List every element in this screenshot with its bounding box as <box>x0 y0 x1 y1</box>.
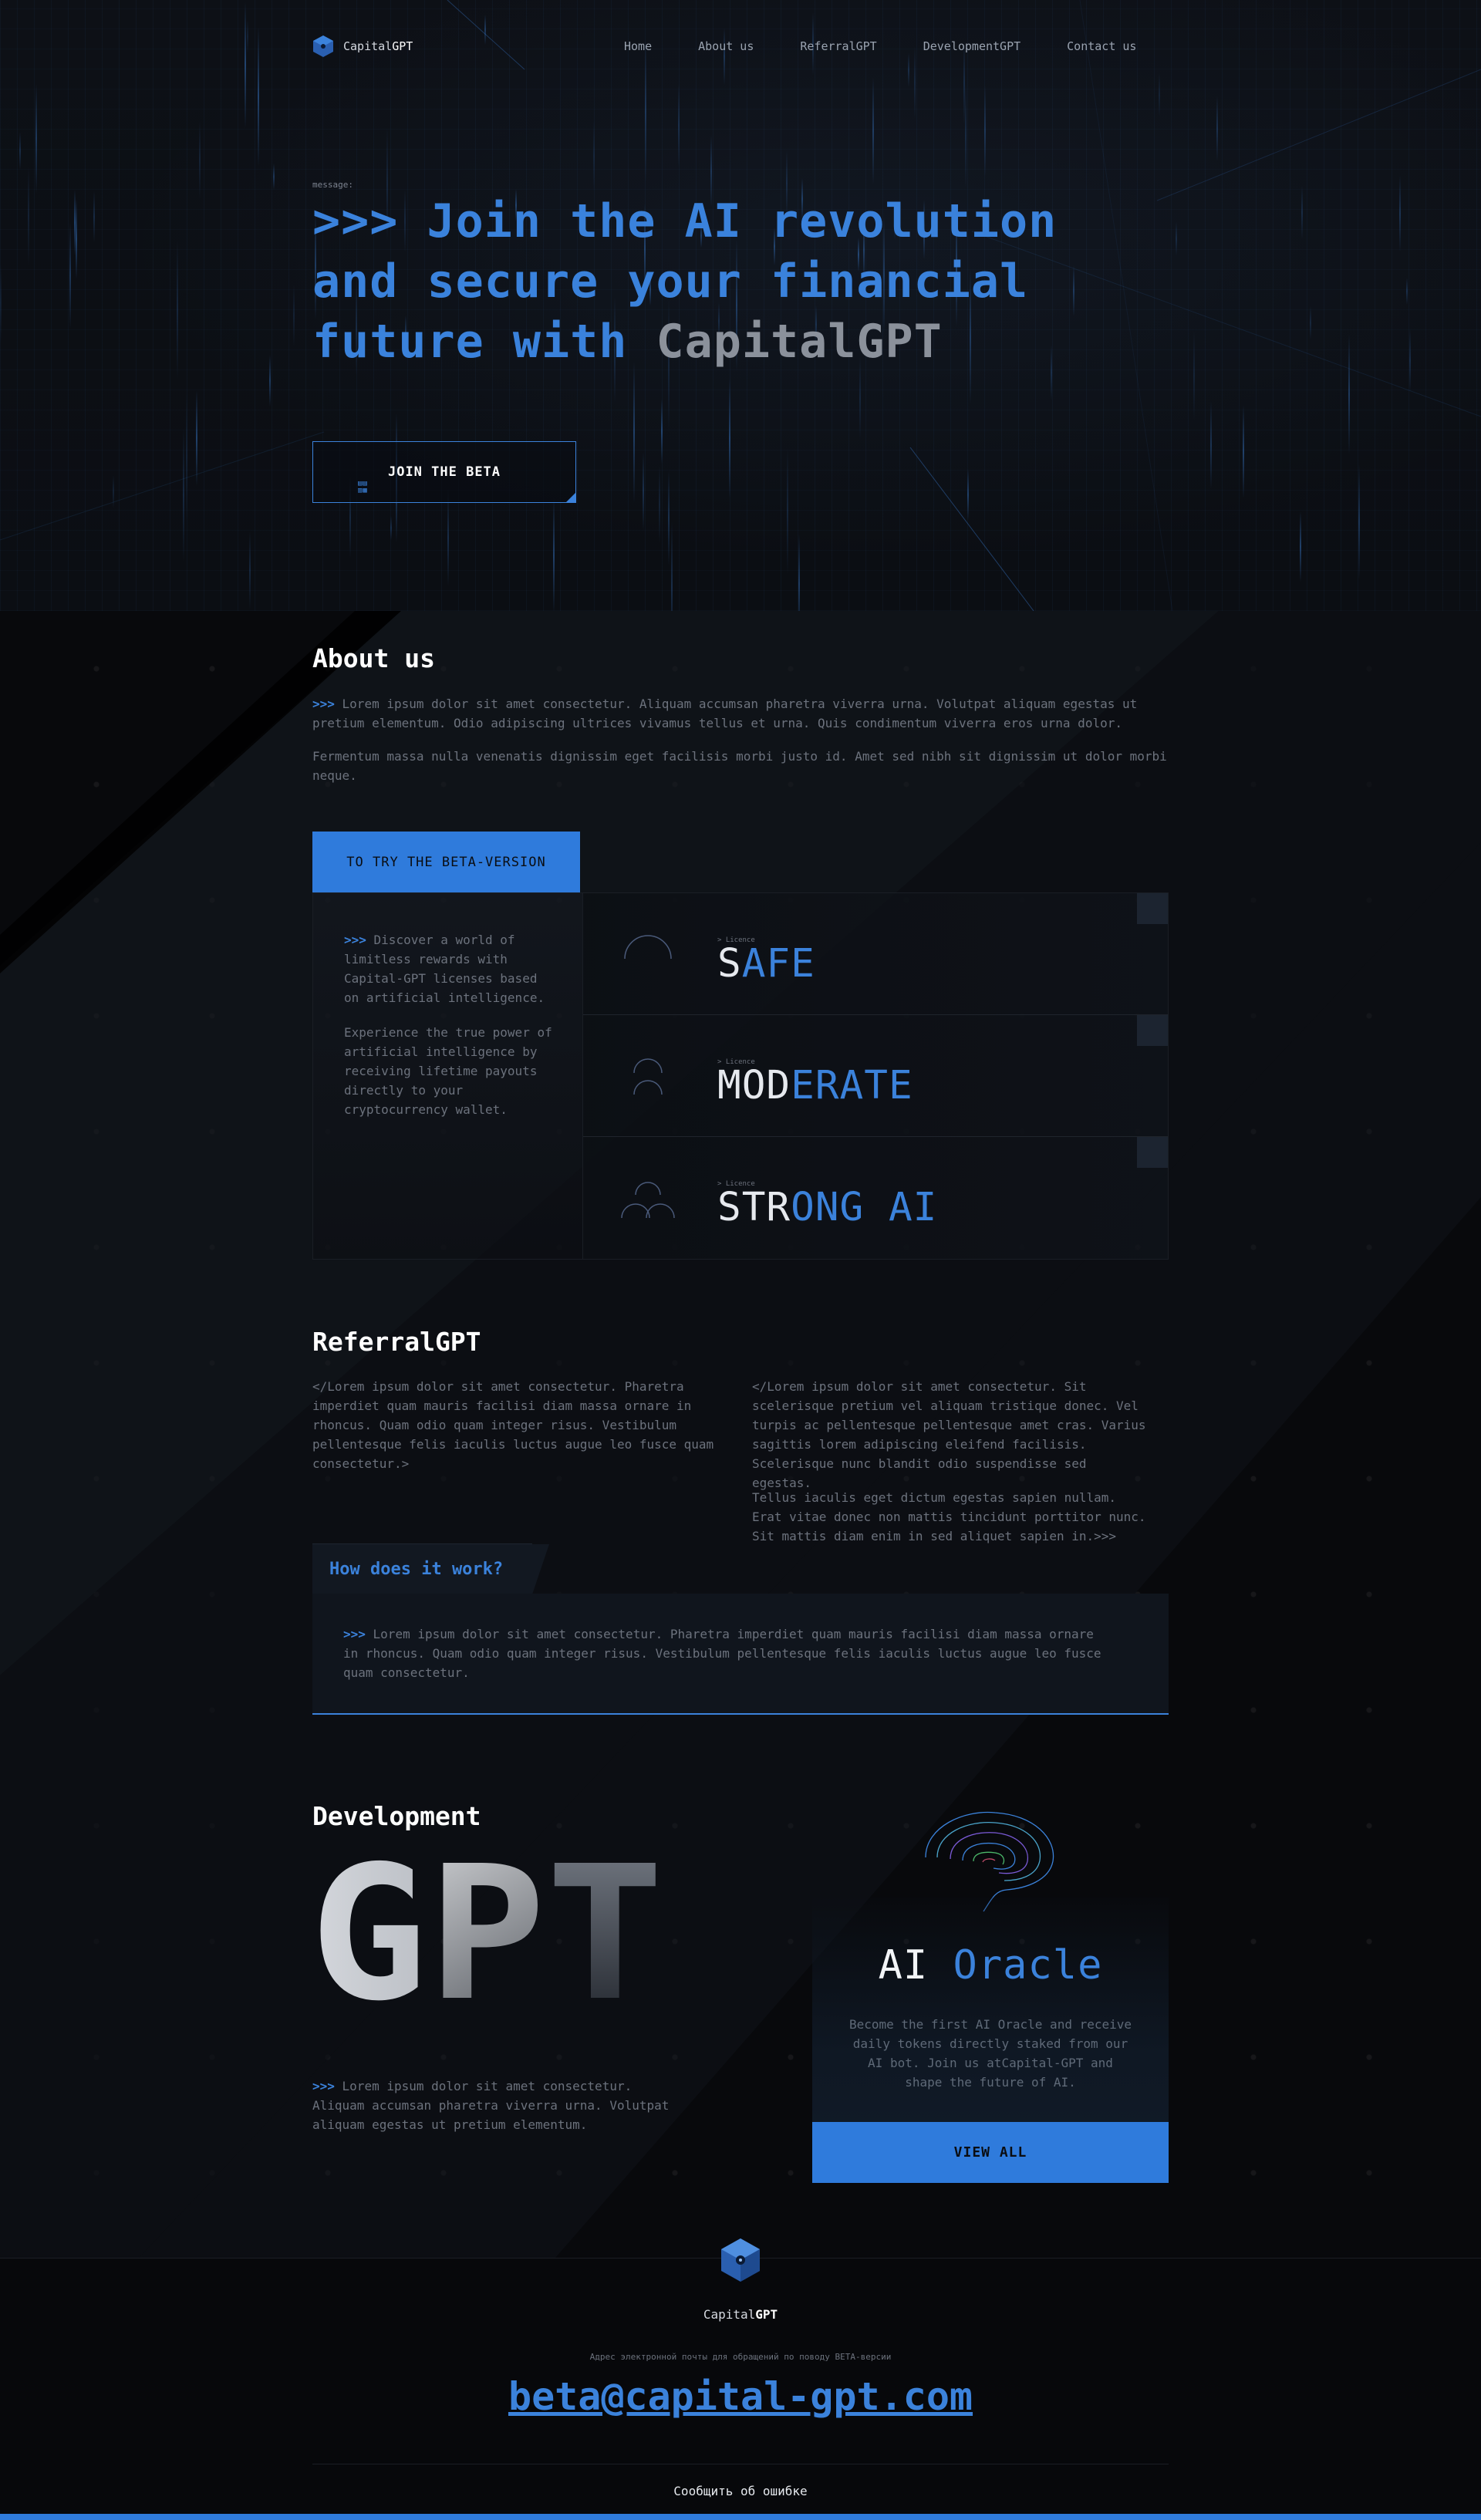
nav-development-gpt[interactable]: DevelopmentGPT <box>923 39 1021 53</box>
join-beta-button[interactable]: JOIN THE BETA ▤▤ ▥▦ <box>312 441 576 503</box>
gpt-big-word: GPT <box>309 1826 667 2042</box>
ai-oracle-description: Become the first AI Oracle and receive d… <box>848 2017 1132 2090</box>
licence-name-moderate: MODERATE <box>717 1063 913 1108</box>
licence-panel: >>> Discover a world of limitless reward… <box>312 892 1169 1260</box>
licence-description-1: >>> Discover a world of limitless reward… <box>344 933 545 1005</box>
referral-column-2-paragraph-2: Tellus iaculis eget dictum egestas sapie… <box>752 1490 1146 1543</box>
hero-title: >>> Join the AI revolution and secure yo… <box>312 194 1058 369</box>
about-section-title: About us <box>312 643 435 673</box>
about-paragraph-1: >>> Lorem ipsum dolor sit amet consectet… <box>312 697 1138 730</box>
big-letter-g: G <box>312 1851 427 2006</box>
footer-email-caption: Адрес электронной почты для обращений по… <box>589 2352 892 2362</box>
development-paragraph: >>> Lorem ipsum dolor sit amet consectet… <box>312 2079 670 2132</box>
how-it-works-tab[interactable]: How does it work? <box>312 1543 549 1594</box>
licence-name-strong-ai: STRONG AI <box>717 1185 938 1230</box>
try-beta-version-button[interactable]: TO TRY THE BETA-VERSION <box>312 832 580 892</box>
licence-description: >>> Discover a world of limitless reward… <box>313 893 583 1259</box>
big-letter-p: P <box>427 1851 545 2006</box>
report-bug-link[interactable]: Сообщить об ошибке <box>0 2484 1481 2498</box>
gpt-word-text: GPT <box>312 1851 664 2006</box>
brand-logo[interactable]: CapitalGPT <box>312 35 413 58</box>
footer-accent-bar <box>0 2514 1481 2520</box>
double-ring-icon <box>633 1058 663 1095</box>
single-ring-icon <box>624 935 672 960</box>
hexagon-logo-icon <box>313 35 333 57</box>
nav-referral-gpt[interactable]: ReferralGPT <box>800 39 876 53</box>
licence-item-moderate[interactable]: > Licence MODERATE <box>583 1015 1168 1137</box>
view-all-button[interactable]: VIEW ALL <box>812 2122 1169 2183</box>
ai-oracle-title: AI Oracle <box>878 1942 1103 1989</box>
footer-brand-name: CapitalGPT <box>703 2307 778 2322</box>
nav-home[interactable]: Home <box>624 39 652 53</box>
top-navigation-bar: CapitalGPT Home About us ReferralGPT Dev… <box>312 34 1169 59</box>
brand-name: CapitalGPT <box>343 39 413 53</box>
licence-tab-marker <box>1137 1015 1168 1046</box>
footer-hexagon-logo-icon[interactable] <box>720 2237 761 2283</box>
referral-section-title: ReferralGPT <box>312 1327 481 1357</box>
licence-item-strong-ai[interactable]: > Licence STRONG AI <box>583 1137 1168 1259</box>
licence-tab-marker <box>1137 893 1168 924</box>
content-background <box>0 611 1481 2258</box>
footer-email-link[interactable]: beta@capital-gpt.com <box>0 2374 1481 2419</box>
main-nav: Home About us ReferralGPT DevelopmentGPT… <box>624 39 1136 53</box>
licence-item-safe[interactable]: > Licence SAFE <box>583 893 1168 1015</box>
hero-section: CapitalGPT Home About us ReferralGPT Dev… <box>0 0 1481 611</box>
triple-ring-icon <box>621 1182 675 1219</box>
about-paragraph-2: Fermentum massa nulla venenatis dignissi… <box>312 749 1167 783</box>
referral-column-1: </Lorem ipsum dolor sit amet consectetur… <box>312 1379 714 1471</box>
diagonal-stripe-decoration <box>0 611 1481 2258</box>
referral-column-2-paragraph-1: </Lorem ipsum dolor sit amet consectetur… <box>752 1379 1146 1490</box>
gpt-letters-svg: GPT <box>309 1826 664 2042</box>
nav-about-us[interactable]: About us <box>698 39 754 53</box>
licence-tab-marker <box>1137 1137 1168 1168</box>
button-glyph-decoration: ▤▤ ▥▦ <box>358 480 368 494</box>
development-section-title: Development <box>312 1801 481 1831</box>
big-letter-t: T <box>546 1851 664 2006</box>
licence-description-2: Experience the true power of artificial … <box>344 1025 552 1117</box>
licence-name-safe: SAFE <box>717 941 815 987</box>
button-corner-decoration <box>566 493 575 502</box>
nav-contact-us[interactable]: Contact us <box>1067 39 1136 53</box>
message-label: message: <box>312 180 353 190</box>
how-it-works-content: >>> Lorem ipsum dolor sit amet consectet… <box>312 1594 1169 1715</box>
